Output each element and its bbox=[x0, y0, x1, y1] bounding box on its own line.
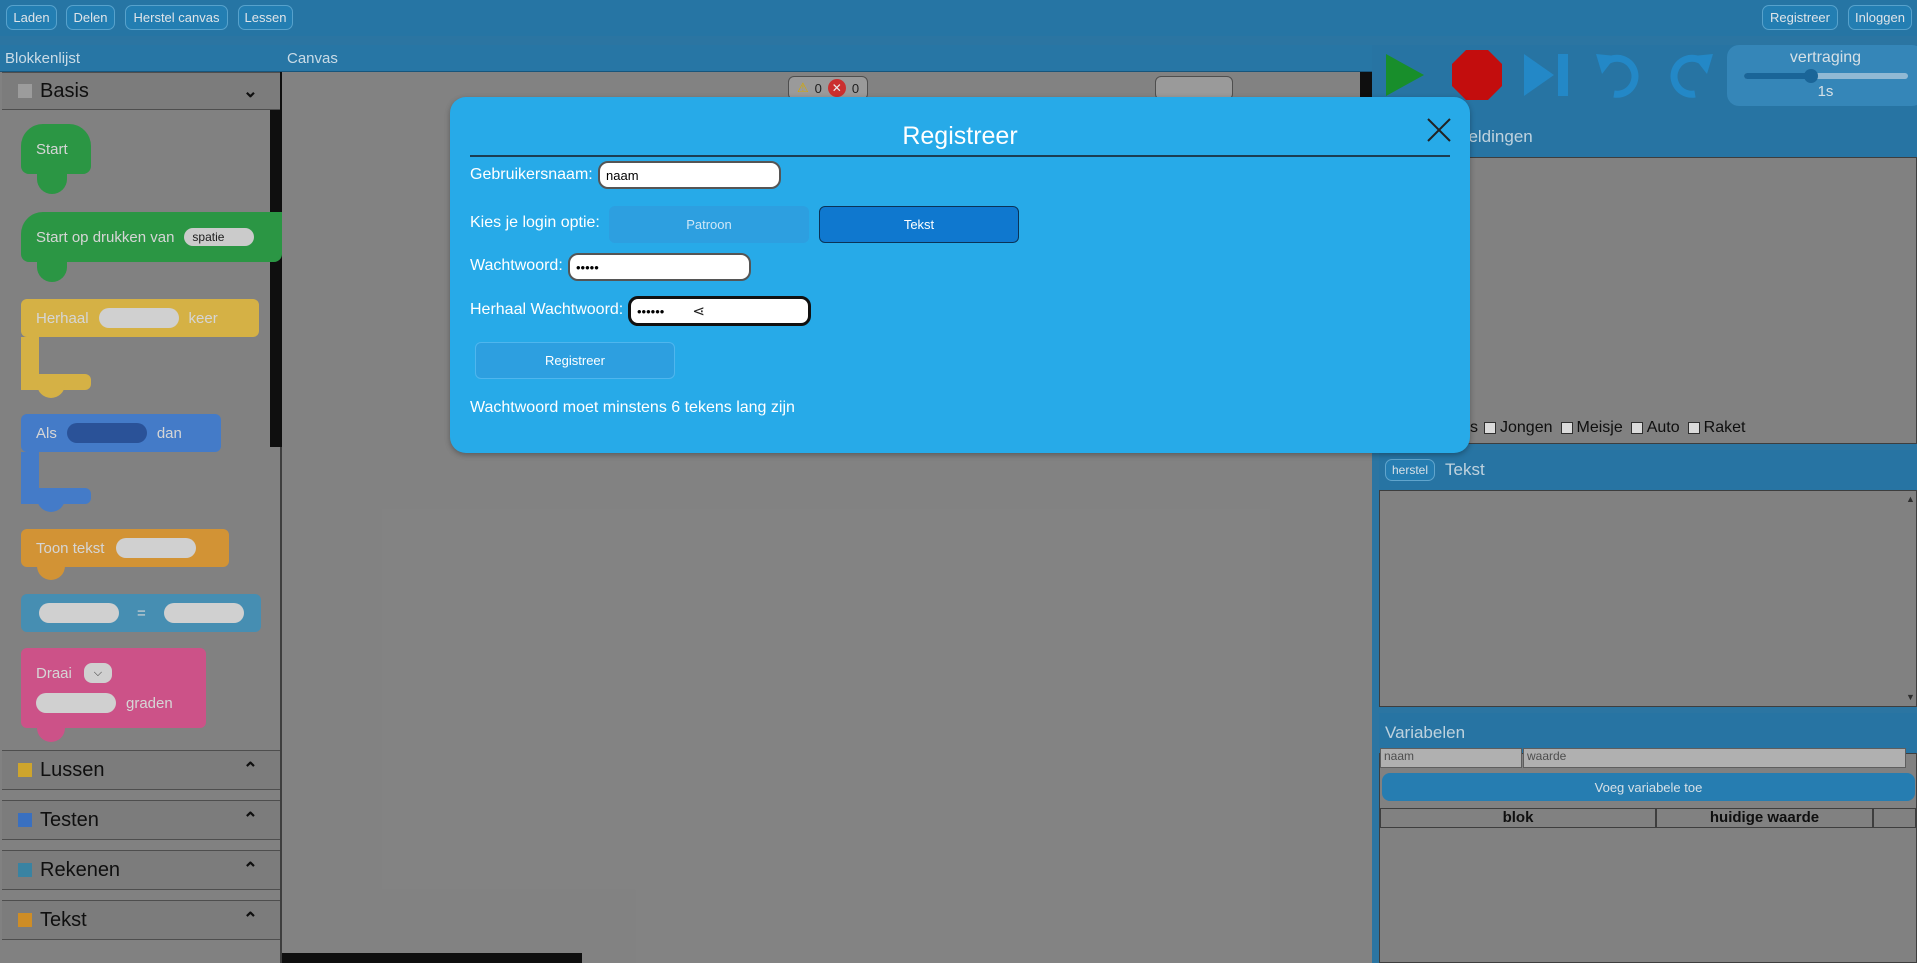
option-text-button[interactable]: Tekst bbox=[819, 206, 1019, 243]
repeat-password-input[interactable]: •••••• ⋖ bbox=[628, 296, 811, 326]
dialog-title: Registreer bbox=[902, 122, 1018, 150]
text-cursor-icon: ⋖ bbox=[692, 303, 705, 320]
repeat-password-value: •••••• bbox=[637, 303, 665, 319]
dialog-divider bbox=[470, 155, 1450, 157]
register-dialog: Registreer Gebruikersnaam: naam Kies je … bbox=[450, 97, 1470, 453]
username-input[interactable]: naam bbox=[598, 161, 781, 189]
validation-error-message: Wachtwoord moet minstens 6 tekens lang z… bbox=[470, 399, 795, 416]
password-label: Wachtwoord: bbox=[470, 257, 563, 274]
username-label: Gebruikersnaam: bbox=[470, 166, 593, 183]
close-icon[interactable] bbox=[1424, 115, 1454, 145]
login-option-label: Kies je login optie: bbox=[470, 214, 600, 231]
option-pattern-button[interactable]: Patroon bbox=[609, 206, 809, 243]
password-input[interactable]: ••••• bbox=[568, 253, 751, 281]
repeat-password-label: Herhaal Wachtwoord: bbox=[470, 301, 624, 318]
register-submit-button[interactable]: Registreer bbox=[475, 342, 675, 379]
